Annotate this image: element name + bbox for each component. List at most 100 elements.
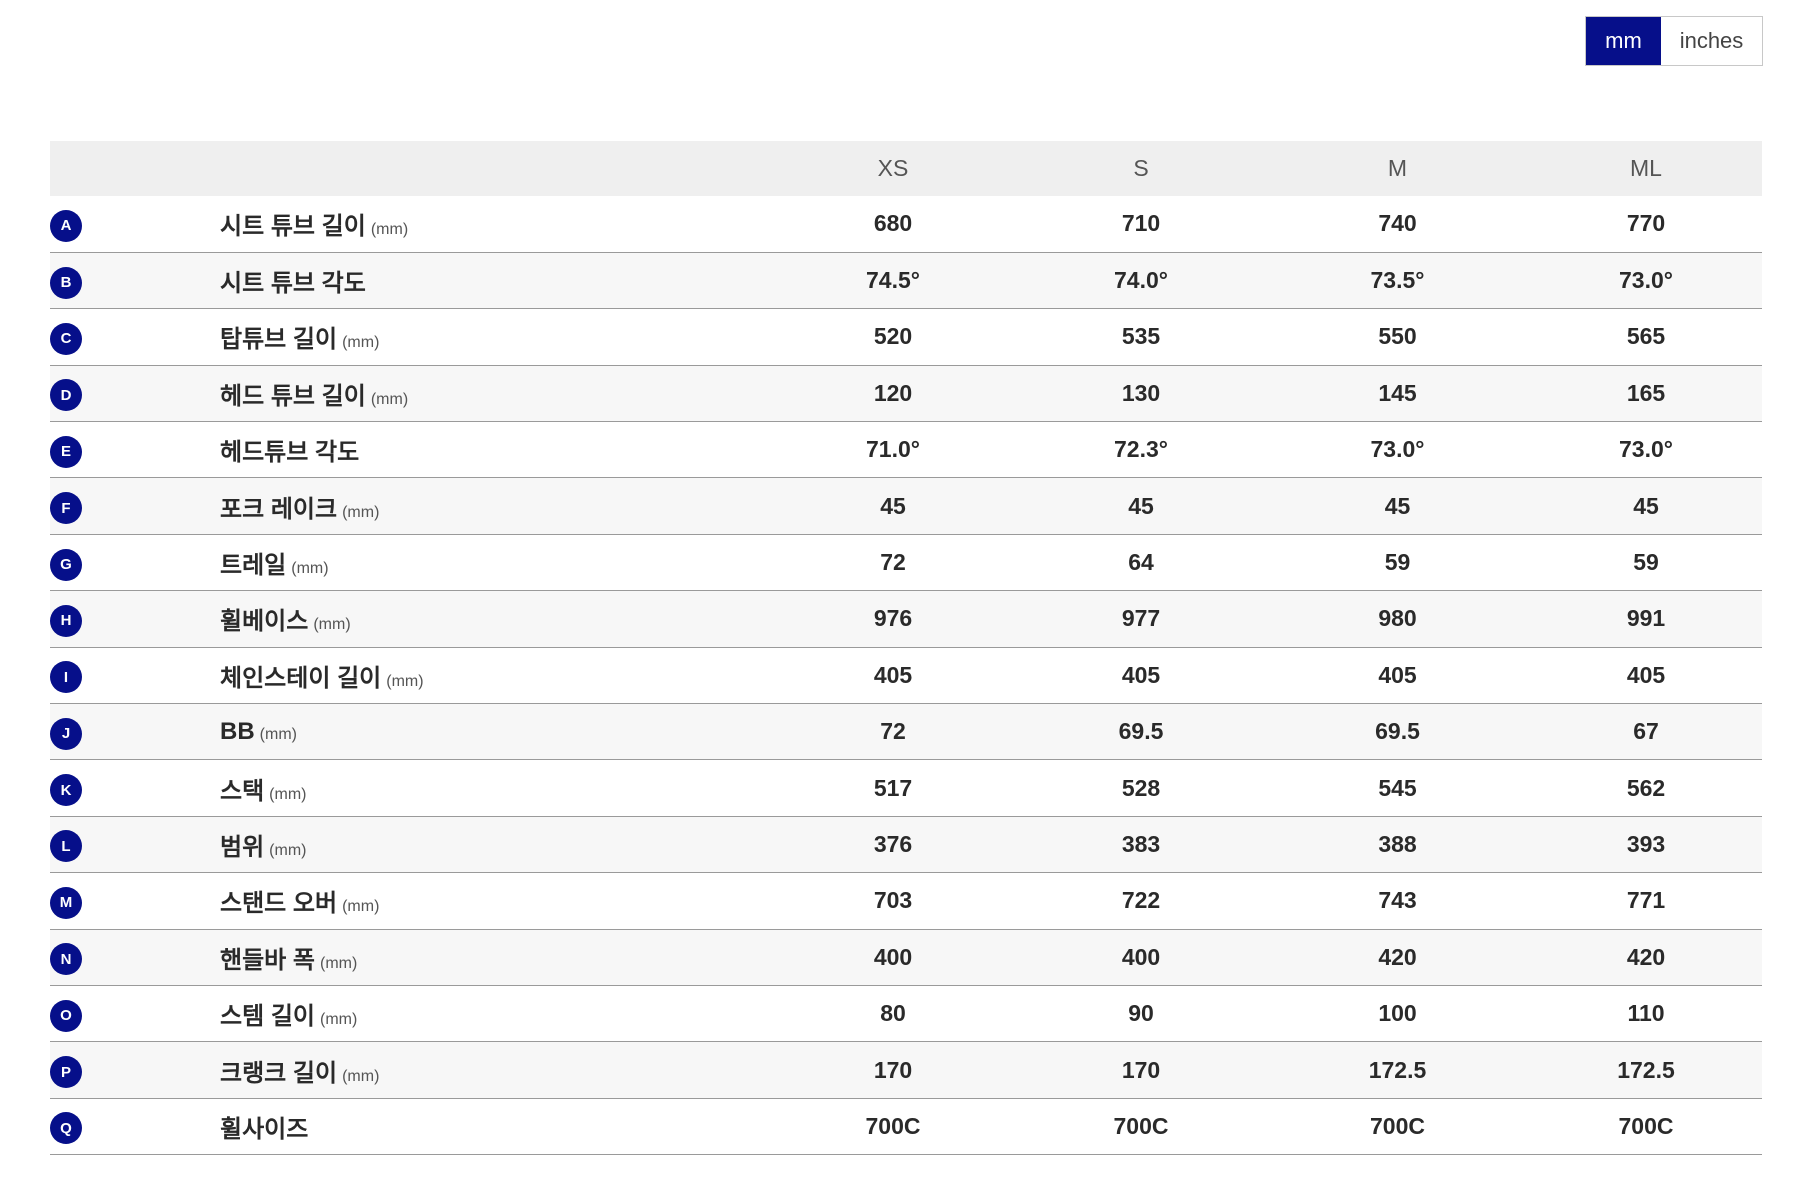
table-cell-value: 130 [1121, 379, 1161, 406]
row-label-cell: 탑튜브 길이 (mm) [220, 309, 769, 365]
row-label-cell: 휠베이스 (mm) [220, 591, 769, 647]
measurement-label: 범위 [220, 833, 265, 861]
measurement-unit: (mm) [269, 841, 307, 859]
table-cell-value: 100 [1378, 1000, 1417, 1027]
table-cell-value: 72 [880, 549, 906, 576]
row-badge-cell: M [50, 873, 220, 929]
measurement-label: 핸들바 폭 [220, 946, 315, 974]
measurement-key-badge: M [50, 886, 82, 919]
table-cell-value: 550 [1378, 323, 1417, 350]
table-cell-value: 420 [1378, 943, 1417, 970]
measurement-unit: (mm) [370, 221, 409, 239]
table-cell-value: 388 [1378, 830, 1417, 857]
table-row: Q 휠사이즈 700C 700C 700C 700C [50, 1098, 1762, 1155]
measurement-unit: (mm) [320, 954, 358, 972]
table-row: N 핸들바 폭 (mm) 400 400 420 420 [50, 929, 1762, 986]
table-cell-value: 562 [1626, 774, 1666, 801]
row-badge-cell: F [50, 478, 220, 534]
table-cell-value: 703 [873, 887, 913, 914]
table-cell-value: 73.0° [1619, 436, 1673, 463]
table-cell-value: 770 [1626, 210, 1666, 237]
measurement-unit: (mm) [313, 616, 351, 634]
row-label-cell: 스템 길이 (mm) [220, 985, 769, 1041]
measurement-key-badge: Q [50, 1112, 82, 1145]
measurement-unit: (mm) [342, 503, 380, 521]
measurement-label: 스템 길이 [220, 1003, 315, 1031]
table-row: J BB (mm) 72 69.5 69.5 67 [50, 703, 1762, 760]
measurement-key-badge: L [50, 830, 82, 863]
row-label-cell: 크랭크 길이 (mm) [220, 1042, 769, 1098]
table-cell-value: 72 [880, 718, 906, 745]
table-cell-value: 771 [1626, 887, 1666, 914]
table-row: A 시트 튜브 길이 (mm) 680 710 740 770 [50, 196, 1762, 253]
row-badge-cell: A [50, 196, 220, 252]
table-cell-value: 420 [1626, 943, 1666, 970]
table-cell-value: 45 [1384, 492, 1411, 519]
measurement-unit: (mm) [386, 672, 424, 690]
size-column-header: ML [1630, 155, 1662, 181]
table-cell-value: 976 [873, 605, 913, 632]
table-row: K 스택 (mm) 517 528 545 562 [50, 759, 1762, 817]
measurement-label: 헤드튜브 각도 [220, 439, 360, 467]
table-cell-value: 400 [873, 943, 913, 970]
table-cell-value: 110 [1627, 1000, 1665, 1027]
table-cell-value: 376 [873, 830, 913, 857]
table-cell-value: 400 [1121, 943, 1161, 970]
measurement-key-badge: N [50, 943, 82, 976]
measurement-label: 탑튜브 길이 [220, 326, 338, 354]
measurement-key-badge: H [50, 604, 82, 637]
table-row: G 트레일 (mm) 72 64 59 59 [50, 534, 1762, 591]
table-row: E 헤드튜브 각도 71.0° 72.3° 73.0° 73.0° [50, 421, 1762, 478]
measurement-key-badge: C [50, 322, 82, 355]
measurement-label: 스탠드 오버 [220, 890, 338, 918]
table-cell-value: 383 [1121, 830, 1161, 857]
measurement-unit: (mm) [291, 560, 329, 578]
measurement-unit: (mm) [259, 725, 297, 743]
row-label-cell: 헤드튜브 각도 [220, 422, 769, 478]
table-cell-value: 520 [873, 323, 913, 350]
row-badge-cell: K [50, 760, 220, 816]
table-cell-value: 45 [880, 492, 906, 519]
measurement-key-badge: K [50, 774, 82, 807]
table-cell-value: 743 [1378, 887, 1417, 914]
table-cell-value: 172.5 [1368, 1056, 1427, 1083]
measurement-label: 체인스테이 길이 [220, 664, 382, 692]
measurement-unit: (mm) [320, 1011, 358, 1029]
table-row: M 스탠드 오버 (mm) 703 722 743 771 [50, 872, 1762, 930]
row-label-cell: 범위 (mm) [220, 816, 769, 872]
table-cell-value: 680 [873, 210, 913, 237]
row-label-cell: 핸들바 폭 (mm) [220, 929, 769, 985]
table-cell-value: 80 [880, 1000, 906, 1027]
table-row: B 시트 튜브 각도 74.5° 74.0° 73.5° 73.0° [50, 252, 1762, 309]
table-cell-value: 74.0° [1114, 267, 1168, 294]
row-badge-cell: I [50, 647, 220, 703]
header-badge-spacer [50, 141, 220, 196]
table-row: P 크랭크 길이 (mm) 170 170 172.5 172.5 [50, 1041, 1762, 1099]
row-badge-cell: C [50, 309, 220, 365]
measurement-key-badge: A [50, 209, 82, 242]
measurement-label: 시트 튜브 각도 [220, 270, 366, 298]
table-cell-value: 165 [1626, 379, 1666, 406]
row-label-cell: 스탠드 오버 (mm) [220, 873, 769, 929]
measurement-label: 헤드 튜브 길이 [220, 382, 366, 410]
table-cell-value: 710 [1121, 210, 1161, 237]
unit-inches-button[interactable]: inches [1661, 17, 1762, 65]
measurement-key-badge: O [50, 999, 82, 1032]
table-cell-value: 73.0° [1370, 436, 1425, 463]
table-cell-value: 170 [873, 1056, 913, 1083]
table-cell-value: 172.5 [1617, 1056, 1675, 1083]
measurement-label: 휠베이스 [220, 608, 309, 636]
row-badge-cell: N [50, 929, 220, 985]
row-label-cell: 포크 레이크 (mm) [220, 478, 769, 534]
unit-mm-button[interactable]: mm [1586, 17, 1661, 65]
row-badge-cell: G [50, 534, 220, 590]
measurement-unit: (mm) [269, 785, 307, 803]
table-cell-value: 977 [1121, 605, 1161, 632]
row-badge-cell: O [50, 985, 220, 1041]
table-cell-value: 90 [1128, 1000, 1154, 1027]
measurement-label: 시트 튜브 길이 [220, 213, 366, 241]
measurement-key-badge: D [50, 379, 82, 412]
table-cell-value: 528 [1121, 774, 1161, 801]
table-cell-value: 405 [1626, 661, 1666, 688]
table-cell-value: 405 [1121, 661, 1161, 688]
